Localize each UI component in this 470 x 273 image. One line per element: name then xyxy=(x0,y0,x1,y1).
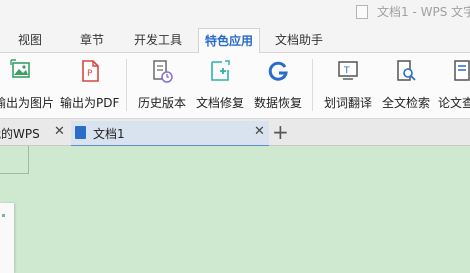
tab-special-apps[interactable]: 特色应用 xyxy=(198,28,261,54)
fulltext-search-button[interactable]: 全文检索 xyxy=(380,57,432,113)
tab-document-1[interactable]: 文档1 ✕ xyxy=(71,121,269,147)
ruler-corner xyxy=(0,146,29,174)
fulltext-search-label: 全文检索 xyxy=(382,96,431,110)
export-pdf-button[interactable]: P 输出为PDF xyxy=(58,57,120,113)
ribbon-tab-bar: 视图 章节 开发工具 特色应用 文档助手 xyxy=(0,28,470,54)
svg-text:T: T xyxy=(343,66,350,76)
paper-check-icon xyxy=(452,59,470,83)
close-icon[interactable]: ✕ xyxy=(54,124,65,139)
document-icon xyxy=(356,5,368,19)
close-icon[interactable]: ✕ xyxy=(254,124,265,139)
export-image-label: 输出为图片 xyxy=(0,96,55,110)
window-title: 文档1 - WPS 文字 xyxy=(377,5,470,19)
toolbar-separator xyxy=(312,59,313,111)
data-recovery-button[interactable]: 数据恢复 xyxy=(252,57,304,113)
export-pdf-label: 输出为PDF xyxy=(60,96,120,110)
paper-check-button[interactable]: 论文查 xyxy=(438,57,470,113)
ribbon-toolbar: 输出为图片 P 输出为PDF 历史版本 文档修复 数据恢复 T 划词翻译 全文检… xyxy=(0,53,470,119)
document-page[interactable] xyxy=(0,203,14,273)
toolbar-separator xyxy=(126,59,127,111)
document-repair-button[interactable]: 文档修复 xyxy=(194,57,246,113)
tab-chapter[interactable]: 章节 xyxy=(80,28,104,52)
word-translate-label: 划词翻译 xyxy=(324,96,373,110)
fulltext-search-icon xyxy=(395,59,417,83)
data-recovery-icon xyxy=(267,59,289,83)
tab-document-1-label: 文档1 xyxy=(93,127,125,141)
word-translate-button[interactable]: T 划词翻译 xyxy=(322,57,374,113)
tab-view[interactable]: 视图 xyxy=(18,28,42,52)
tab-my-wps[interactable]: 我的WPS ✕ xyxy=(0,121,70,145)
paper-check-label: 论文查 xyxy=(438,96,470,110)
history-version-icon xyxy=(151,59,173,83)
data-recovery-label: 数据恢复 xyxy=(254,96,303,110)
tab-my-wps-label: 我的WPS xyxy=(0,127,40,141)
tab-developer-tools[interactable]: 开发工具 xyxy=(134,28,182,52)
tab-document-assistant[interactable]: 文档助手 xyxy=(275,28,323,52)
page-marker xyxy=(2,214,5,217)
export-image-button[interactable]: 输出为图片 xyxy=(0,57,56,113)
new-tab-icon[interactable]: + xyxy=(272,119,289,145)
document-canvas[interactable] xyxy=(0,146,470,273)
document-icon xyxy=(75,126,86,139)
title-bar: 文档1 - WPS 文字 xyxy=(0,0,470,28)
translate-icon: T xyxy=(337,59,359,83)
svg-text:P: P xyxy=(87,69,93,79)
image-export-icon xyxy=(10,59,32,83)
pdf-export-icon: P xyxy=(79,59,101,83)
document-repair-icon xyxy=(209,59,231,83)
document-repair-label: 文档修复 xyxy=(196,96,245,110)
history-version-button[interactable]: 历史版本 xyxy=(136,57,188,113)
document-tab-bar: 我的WPS ✕ 文档1 ✕ xyxy=(0,119,470,147)
history-version-label: 历史版本 xyxy=(138,96,187,110)
